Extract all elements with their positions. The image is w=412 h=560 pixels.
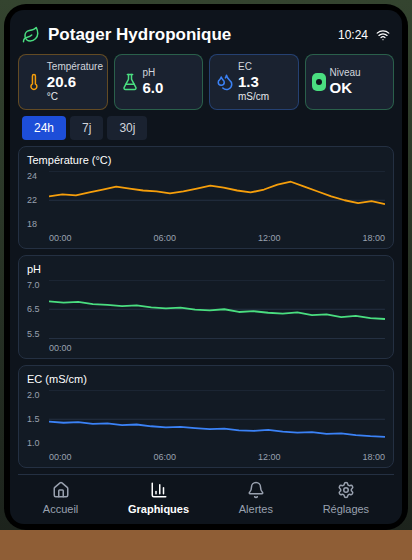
sensor-label: Niveau bbox=[330, 67, 361, 79]
level-icon bbox=[312, 73, 326, 91]
line-chart bbox=[49, 171, 385, 230]
sensor-value: OK bbox=[330, 79, 361, 97]
sensor-unit: mS/cm bbox=[238, 91, 269, 103]
chart-title: Température (°C) bbox=[27, 153, 385, 167]
scene: Potager Hydroponique 10:24 Température20.6… bbox=[0, 0, 412, 560]
bell-icon bbox=[247, 481, 265, 499]
x-axis: 00:00 bbox=[27, 343, 385, 354]
series-line bbox=[49, 421, 385, 436]
leaf-icon bbox=[22, 26, 40, 44]
sensor-label: EC bbox=[238, 61, 269, 73]
nav-item[interactable]: Réglages bbox=[323, 481, 369, 520]
y-axis: 2.01.51.0 bbox=[27, 390, 45, 449]
header: Potager Hydroponique 10:24 bbox=[18, 22, 394, 48]
charts: Température (°C) 242218 00:0006:0012:0018:… bbox=[18, 146, 394, 469]
series-line bbox=[49, 181, 385, 203]
gear-icon bbox=[337, 481, 355, 499]
x-axis: 00:0006:0012:0018:00 bbox=[27, 452, 385, 463]
sensor-cards: Température20.6°CpH6.0EC1.3mS/cmNiveauOK bbox=[18, 54, 394, 110]
y-axis: 7.06.55.5 bbox=[27, 280, 45, 339]
sensor-card[interactable]: pH6.0 bbox=[114, 54, 204, 110]
series-line bbox=[49, 301, 385, 319]
home-icon bbox=[52, 481, 70, 499]
sensor-card[interactable]: Température20.6°C bbox=[18, 54, 108, 110]
clock: 10:24 bbox=[338, 27, 368, 43]
sensor-unit: °C bbox=[47, 91, 103, 103]
sensor-value: 6.0 bbox=[143, 79, 164, 97]
screen: Potager Hydroponique 10:24 Température20.6… bbox=[10, 10, 402, 524]
nav-item[interactable]: Accueil bbox=[43, 481, 78, 520]
line-chart bbox=[49, 390, 385, 449]
wifi-icon bbox=[376, 28, 390, 42]
sensor-label: pH bbox=[143, 67, 164, 79]
sensor-value: 20.6 bbox=[47, 73, 103, 91]
flask-icon bbox=[121, 73, 139, 91]
range-tab[interactable]: 30j bbox=[107, 116, 147, 140]
tablet: Potager Hydroponique 10:24 Température20.6… bbox=[4, 4, 408, 530]
probe-icon bbox=[216, 73, 234, 91]
thermometer-icon bbox=[25, 73, 43, 91]
chart-panel: EC (mS/cm) 2.01.51.0 00:0006:0012:0018:00 bbox=[18, 365, 394, 469]
range-tab[interactable]: 24h bbox=[22, 116, 66, 140]
range-tabs: 24h7j30j bbox=[18, 116, 394, 140]
app-title: Potager Hydroponique bbox=[48, 22, 231, 48]
range-tab[interactable]: 7j bbox=[70, 116, 103, 140]
bottom-nav: Accueil Graphiques Alertes Réglages bbox=[18, 474, 394, 520]
sensor-value: 1.3 bbox=[238, 73, 269, 91]
chart-icon bbox=[150, 481, 168, 499]
nav-item[interactable]: Graphiques bbox=[128, 481, 189, 520]
sensor-card[interactable]: EC1.3mS/cm bbox=[209, 54, 299, 110]
x-axis: 00:0006:0012:0018:00 bbox=[27, 233, 385, 244]
y-axis: 242218 bbox=[27, 171, 45, 230]
wooden-table bbox=[0, 530, 412, 560]
chart-title: EC (mS/cm) bbox=[27, 372, 385, 386]
line-chart bbox=[49, 280, 385, 339]
chart-panel: Température (°C) 242218 00:0006:0012:0018:… bbox=[18, 146, 394, 250]
chart-panel: pH 7.06.55.5 00:00 bbox=[18, 255, 394, 359]
nav-item[interactable]: Alertes bbox=[239, 481, 273, 520]
sensor-card[interactable]: NiveauOK bbox=[305, 54, 395, 110]
chart-title: pH bbox=[27, 262, 385, 276]
sensor-label: Température bbox=[47, 61, 103, 73]
